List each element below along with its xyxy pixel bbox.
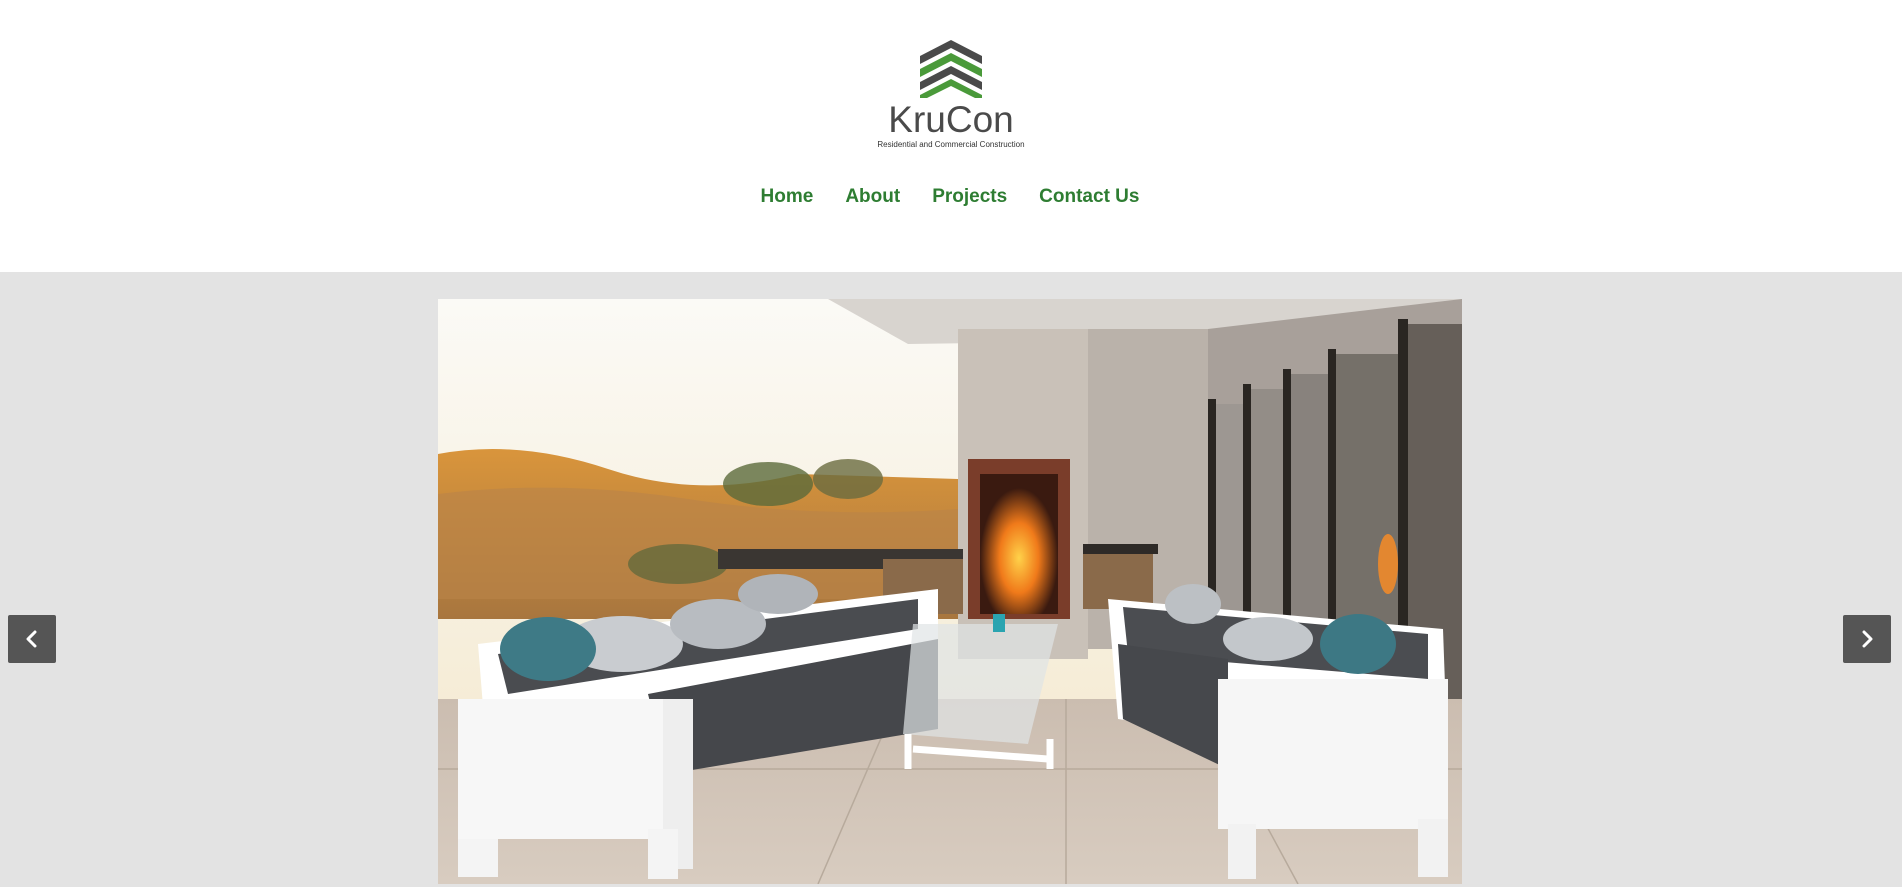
chevron-left-icon bbox=[26, 630, 37, 648]
logo-chevrons-icon bbox=[920, 40, 982, 98]
image-carousel bbox=[0, 272, 1902, 887]
nav-home[interactable]: Home bbox=[761, 186, 814, 208]
nav-about[interactable]: About bbox=[845, 186, 900, 208]
carousel-prev-button[interactable] bbox=[8, 615, 56, 663]
carousel-next-button[interactable] bbox=[1843, 615, 1891, 663]
carousel-slide-image bbox=[438, 299, 1462, 884]
main-nav: Home About Projects Contact Us bbox=[0, 186, 1902, 208]
nav-contact-us[interactable]: Contact Us bbox=[1039, 186, 1139, 208]
site-header: KruCon Residential and Commercial Constr… bbox=[0, 0, 1902, 272]
chevron-right-icon bbox=[1862, 630, 1873, 648]
patio-photo bbox=[438, 299, 1462, 884]
site-logo[interactable]: KruCon Residential and Commercial Constr… bbox=[851, 38, 1051, 154]
brand-tagline: Residential and Commercial Construction bbox=[877, 140, 1025, 149]
brand-name: KruCon bbox=[888, 99, 1014, 140]
nav-projects[interactable]: Projects bbox=[932, 186, 1007, 208]
